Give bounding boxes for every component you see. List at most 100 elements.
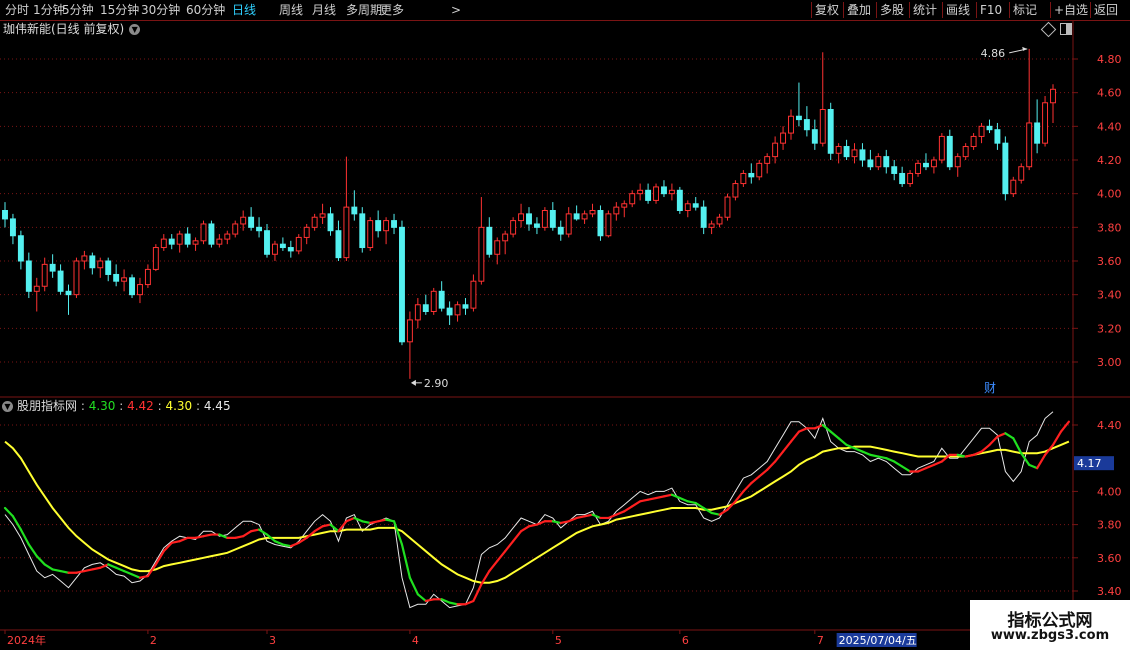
indicator-axis-label: 4.40 — [1097, 419, 1122, 432]
candle-body — [684, 203, 691, 211]
candle-body — [1010, 179, 1017, 195]
candle-body — [406, 319, 413, 343]
toolbar-separator — [976, 2, 977, 18]
candle-body — [327, 213, 334, 232]
indicator-line-segment — [924, 463, 936, 470]
arrow-left-icon — [410, 379, 416, 386]
chevron-down-icon[interactable]: ▼ — [2, 401, 13, 412]
toolbar-button-2[interactable]: 多股 — [880, 1, 904, 19]
indicator-line-segment — [250, 528, 261, 533]
indicator-value-2: 4.42 — [127, 399, 154, 413]
candle-body — [510, 220, 517, 235]
candle-body — [478, 226, 485, 282]
indicator-line-segment — [170, 540, 181, 544]
candle-body — [867, 159, 874, 168]
indicator-line-segment — [154, 550, 165, 566]
watermark: 指标公式网 www.zbgs3.com — [970, 600, 1130, 650]
candle-body — [454, 304, 461, 316]
indicator-line-segment — [607, 513, 618, 520]
indicator-line-segment — [901, 465, 912, 473]
period-tab-4[interactable]: 30分钟 — [141, 1, 180, 19]
toolbar-button-1[interactable]: 叠加 — [847, 1, 871, 19]
candle-body — [907, 172, 914, 185]
candle-body — [65, 290, 72, 296]
toolbar-button-6[interactable]: 标记 — [1013, 1, 1037, 19]
indicator-line-segment — [678, 496, 689, 503]
period-tab-1[interactable]: 1分钟 — [33, 1, 65, 19]
candle-body — [287, 247, 294, 252]
indicator-line-segment — [384, 518, 396, 523]
candle-body — [383, 220, 390, 232]
candle-body — [446, 307, 453, 316]
indicator-line-white — [4, 411, 1054, 609]
candle-body — [391, 220, 397, 228]
candle-body — [978, 125, 985, 137]
main-axis-label: 4.60 — [1097, 87, 1122, 100]
period-tab-10[interactable]: 更多 — [380, 1, 404, 19]
indicator-line-segment — [313, 525, 324, 533]
period-tab-9[interactable]: 多周期 — [346, 1, 382, 19]
chevron-right-icon[interactable]: > — [451, 1, 461, 19]
period-tab-2[interactable]: 5分钟 — [62, 1, 94, 19]
indicator-line-segment — [853, 447, 864, 453]
candle-body — [938, 135, 945, 161]
period-tab-0[interactable]: 分时 — [5, 1, 29, 19]
indicator-line-segment — [885, 457, 896, 463]
toolbar-button-4[interactable]: 画线 — [946, 1, 970, 19]
candle-body — [271, 243, 278, 255]
toolbar-button-8[interactable]: 返回 — [1094, 1, 1118, 19]
indicator-line-segment — [400, 543, 412, 579]
period-tab-3[interactable]: 15分钟 — [100, 1, 139, 19]
toolbar-button-5[interactable]: F10 — [980, 1, 1002, 19]
period-tab-7[interactable]: 周线 — [279, 1, 303, 19]
indicator-line-segment — [916, 467, 928, 473]
candle-body — [49, 263, 56, 272]
candle-body — [589, 210, 596, 215]
indicator-line-segment — [202, 533, 213, 538]
toolbar-button-7[interactable]: +自选 — [1054, 1, 1088, 19]
indicator-title[interactable]: ▼ 股朋指标网 : 4.30 : 4.42 : 4.30 : 4.45 — [2, 398, 231, 414]
indicator-line-segment — [1051, 430, 1063, 447]
candle-body — [930, 159, 937, 168]
candle-body — [764, 156, 771, 164]
period-tab-6[interactable]: 日线 — [232, 1, 256, 19]
indicator-line-segment — [535, 520, 546, 526]
period-tab-8[interactable]: 月线 — [312, 1, 336, 19]
candle-body — [811, 129, 818, 144]
toolbar-button-0[interactable]: 复权 — [815, 1, 839, 19]
candle-body — [605, 213, 612, 237]
candle-body — [891, 166, 898, 174]
candle-body — [565, 213, 572, 235]
indicator-line-segment — [51, 568, 62, 573]
indicator-line-segment — [234, 535, 245, 539]
candle-body — [200, 223, 207, 242]
indicator-line-segment — [615, 510, 626, 516]
finance-marker[interactable]: 财 — [984, 381, 996, 395]
indicator-line-segment — [83, 568, 94, 573]
candle-body — [430, 290, 437, 312]
toolbar-button-3[interactable]: 统计 — [913, 1, 937, 19]
indicator-line-segment — [512, 530, 523, 543]
candle-body — [486, 226, 493, 255]
candle-body — [1042, 102, 1049, 144]
indicator-line-segment — [1004, 432, 1015, 440]
toolbar-separator — [1009, 2, 1010, 18]
indicator-line-segment — [130, 573, 142, 579]
candle-body — [25, 260, 32, 292]
indicator-line-segment — [893, 460, 904, 468]
candle-body — [788, 115, 794, 134]
period-tab-5[interactable]: 60分钟 — [186, 1, 225, 19]
indicator-line-segment — [932, 460, 943, 466]
candle-body — [97, 260, 104, 269]
main-axis-label: 3.60 — [1097, 255, 1122, 268]
indicator-line-segment — [837, 437, 848, 447]
kline-chart[interactable]: 4.80 4.60 4.40 4.20 4.00 3.80 3.60 3.40 3.20 3.00… — [0, 20, 1130, 650]
indicator-line-segment — [1028, 463, 1039, 470]
watermark-url: www.zbgs3.com — [990, 628, 1110, 643]
candle-body — [144, 268, 151, 286]
candle-body — [343, 206, 350, 259]
candle-body — [399, 226, 405, 343]
indicator-line-segment — [869, 453, 880, 458]
indicator-line-segment — [115, 566, 126, 573]
candle-body — [1034, 122, 1041, 144]
